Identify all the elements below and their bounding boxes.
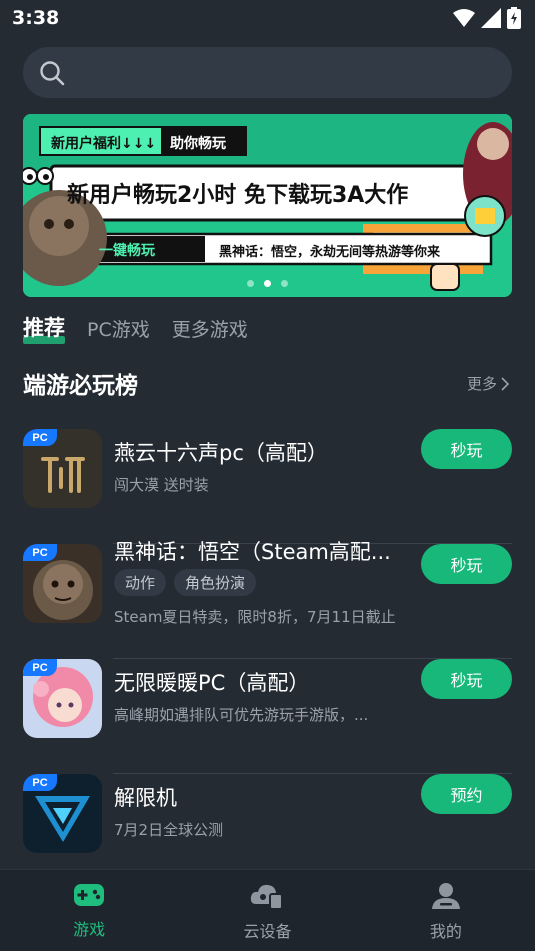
category-tabs: 推荐 PC游戏 更多游戏 [23, 312, 248, 344]
nav-label: 游戏 [73, 920, 106, 939]
pc-badge: PC [23, 659, 57, 676]
banner-subline: 黑神话：悟空，永劫无间等热游等你来 [219, 245, 441, 260]
tab-pc-games[interactable]: PC游戏 [87, 315, 150, 342]
game-name: 黑神话：悟空（Steam高配... [114, 540, 391, 564]
instant-play-button[interactable]: 秒玩 [421, 544, 512, 584]
nav-item-games[interactable]: 游戏 [0, 870, 178, 951]
nav-label: 我的 [429, 922, 462, 941]
tab-more-games[interactable]: 更多游戏 [172, 315, 248, 342]
promo-banner[interactable]: 新用户福利↓↓↓ 助你畅玩 新用户畅玩2小时 免下载玩3A大作 一键畅玩 黑神话… [23, 114, 512, 297]
nav-item-cloud-device[interactable]: 云设备 [178, 870, 356, 951]
game-subtitle: Steam夏日特卖，限时8折，7月11日截止 [114, 608, 396, 626]
banner-cta: 一键畅玩 [99, 243, 155, 259]
banner-tag-1: 新用户福利↓↓↓ [51, 136, 157, 152]
battery-icon [507, 7, 521, 29]
bottom-nav: 游戏 云设备 我的 [0, 869, 535, 951]
reserve-button[interactable]: 预约 [421, 774, 512, 814]
game-name: 无限暖暖PC（高配） [114, 671, 310, 695]
pc-badge: PC [23, 544, 57, 561]
search-input[interactable] [23, 47, 512, 98]
instant-play-button[interactable]: 秒玩 [421, 659, 512, 699]
nav-label: 云设备 [243, 922, 292, 941]
banner-tag-2: 助你畅玩 [170, 136, 226, 152]
status-icons [453, 7, 521, 29]
chevron-right-icon [501, 376, 509, 391]
search-icon [40, 60, 65, 85]
pagination-dot[interactable] [281, 280, 288, 287]
more-link[interactable]: 更多 [467, 373, 509, 394]
wifi-icon [453, 9, 475, 27]
game-tags: 动作 角色扮演 [114, 569, 257, 596]
game-icon-yanyun[interactable]: PC [23, 429, 102, 508]
pc-badge: PC [23, 429, 57, 446]
game-icon-black-myth[interactable]: PC [23, 544, 102, 623]
game-row[interactable]: PC 无限暖暖PC（高配） 高峰期如遇排队可优先游玩手游版，... 秒玩 [23, 659, 512, 774]
game-row[interactable]: PC 黑神话：悟空（Steam高配... 动作 角色扮演 Steam夏日特卖，限… [23, 540, 512, 659]
game-icon-mecha-break[interactable]: PC [23, 774, 102, 853]
cloud-device-icon [251, 884, 284, 910]
game-subtitle: 7月2日全球公测 [114, 821, 224, 839]
gamepad-icon [74, 884, 105, 906]
game-name: 燕云十六声pc（高配） [114, 441, 328, 465]
pagination-dot-active[interactable] [264, 280, 271, 287]
banner-pagination [23, 280, 512, 287]
tag[interactable]: 动作 [114, 569, 167, 596]
banner-headline: 新用户畅玩2小时 免下载玩3A大作 [67, 183, 409, 208]
game-name: 解限机 [114, 786, 177, 810]
section-title: 端游必玩榜 [23, 373, 138, 399]
game-row[interactable]: PC 燕云十六声pc（高配） 闯大漠 送时装 秒玩 [23, 429, 512, 544]
instant-play-button[interactable]: 秒玩 [421, 429, 512, 469]
pagination-dot[interactable] [247, 280, 254, 287]
signal-icon [481, 8, 501, 28]
pc-badge: PC [23, 774, 57, 791]
tab-recommended[interactable]: 推荐 [23, 312, 65, 344]
tag[interactable]: 角色扮演 [174, 569, 257, 596]
profile-icon [431, 883, 460, 909]
more-label: 更多 [466, 375, 497, 393]
status-bar: 3:38 [0, 0, 535, 36]
game-icon-infinity-nikki[interactable]: PC [23, 659, 102, 738]
nav-item-profile[interactable]: 我的 [357, 870, 535, 951]
game-subtitle: 高峰期如遇排队可优先游玩手游版，... [114, 706, 369, 724]
status-time: 3:38 [12, 7, 60, 29]
game-subtitle: 闯大漠 送时装 [114, 476, 209, 494]
